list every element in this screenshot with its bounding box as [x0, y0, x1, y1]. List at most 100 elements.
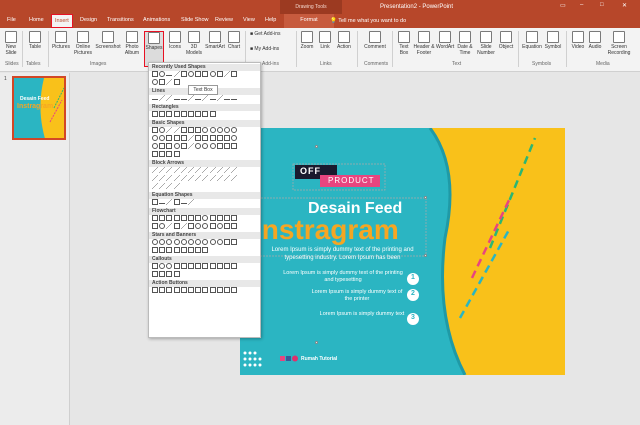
action-button-shape[interactable]: [180, 287, 187, 293]
callout-shape[interactable]: [159, 263, 166, 269]
moon-shape[interactable]: [202, 143, 209, 149]
line-shape[interactable]: [195, 97, 202, 100]
flowchart-shape[interactable]: [231, 223, 238, 229]
action-button-shape[interactable]: [166, 287, 173, 293]
rectangle-shape[interactable]: [202, 71, 209, 77]
frame-shape[interactable]: [166, 135, 173, 141]
action-button-shape[interactable]: [159, 287, 166, 293]
rectangle-shape[interactable]: [173, 79, 180, 85]
arrow-shape[interactable]: [209, 167, 216, 173]
banner-shape[interactable]: [152, 247, 158, 253]
action-button-shape[interactable]: [209, 287, 216, 293]
callout-shape[interactable]: [173, 263, 180, 269]
oval-shape[interactable]: [209, 71, 216, 77]
banner-shape[interactable]: [231, 239, 238, 245]
line-shape[interactable]: [173, 97, 180, 100]
close-icon[interactable]: ✕: [622, 2, 627, 9]
arrow-shape[interactable]: [180, 175, 187, 181]
line-shape[interactable]: [166, 73, 173, 76]
flowchart-shape[interactable]: [202, 223, 209, 229]
star-shape[interactable]: [159, 239, 166, 245]
text-box-button[interactable]: Text Box: [396, 31, 412, 56]
decagon-shape[interactable]: [231, 127, 238, 133]
arrow-shape[interactable]: [166, 79, 173, 85]
table-button[interactable]: Table: [27, 31, 43, 50]
flowchart-shape[interactable]: [152, 223, 158, 229]
tab-help[interactable]: Help: [262, 14, 279, 28]
flowchart-shape[interactable]: [180, 215, 187, 221]
arrow-shape[interactable]: [223, 71, 230, 77]
3d-models-button[interactable]: 3D Models: [184, 31, 204, 56]
slide-canvas[interactable]: OFF PRODUCT Desain Feed Instragram Lorem…: [240, 128, 565, 375]
line-shape[interactable]: [223, 97, 230, 100]
arrow-shape[interactable]: [209, 175, 216, 181]
flowchart-shape[interactable]: [180, 223, 187, 229]
pictures-button[interactable]: Pictures: [51, 31, 71, 50]
callout-shape[interactable]: [231, 263, 238, 269]
arrow-shape[interactable]: [202, 95, 209, 101]
wave-shape[interactable]: [195, 247, 202, 253]
tab-format[interactable]: Format: [284, 14, 334, 28]
line-shape[interactable]: [231, 97, 238, 100]
arrow-shape[interactable]: [187, 175, 194, 181]
slide-title-instragram[interactable]: Instragram: [254, 214, 399, 246]
pie-shape[interactable]: [152, 135, 158, 141]
smiley-face-shape[interactable]: [173, 143, 180, 149]
arrow-shape[interactable]: [152, 175, 158, 181]
callout-shape[interactable]: [187, 263, 194, 269]
rotate-handle[interactable]: [315, 341, 318, 344]
text-box-shape[interactable]: [195, 71, 202, 77]
division-shape[interactable]: [173, 199, 180, 205]
arrow-shape[interactable]: [159, 183, 166, 189]
arrow-shape[interactable]: [173, 183, 180, 189]
slide-thumbnail[interactable]: Desain Feed Instragram: [12, 76, 66, 140]
triangle-shape[interactable]: [166, 127, 173, 133]
diagonal-stripe-shape[interactable]: [187, 135, 194, 141]
arrow-shape[interactable]: [231, 175, 238, 181]
callout-shape[interactable]: [166, 263, 173, 269]
folded-corner-shape[interactable]: [166, 143, 173, 149]
rectangle-shape[interactable]: [231, 71, 238, 77]
heptagon-shape[interactable]: [216, 127, 223, 133]
rectangle-shape[interactable]: [202, 111, 209, 117]
arrow-shape[interactable]: [180, 167, 187, 173]
new-slide-button[interactable]: New Slide: [3, 31, 19, 56]
callout-shape[interactable]: [152, 271, 158, 277]
arrow-shape[interactable]: [166, 175, 173, 181]
pentagon-shape[interactable]: [202, 127, 209, 133]
link-button[interactable]: Link: [318, 31, 332, 50]
object-button[interactable]: Object: [497, 31, 515, 50]
rectangle-shape[interactable]: [152, 111, 158, 117]
slide-footer[interactable]: Rumah Tutorial: [301, 356, 337, 362]
resize-handle[interactable]: [424, 196, 427, 199]
flowchart-shape[interactable]: [187, 215, 194, 221]
plaque-shape[interactable]: [202, 135, 209, 141]
flowchart-shape[interactable]: [209, 215, 216, 221]
action-button-shape[interactable]: [173, 287, 180, 293]
cube-shape[interactable]: [216, 135, 223, 141]
tab-home[interactable]: Home: [26, 14, 47, 28]
star-shape[interactable]: [202, 239, 209, 245]
l-shape[interactable]: [180, 135, 187, 141]
banner-shape[interactable]: [159, 247, 166, 253]
tab-file[interactable]: File: [4, 14, 19, 28]
banner-shape[interactable]: [223, 239, 230, 245]
text-box-shape[interactable]: [152, 127, 158, 133]
action-button-shape[interactable]: [216, 287, 223, 293]
screenshot-button[interactable]: Screenshot: [95, 31, 121, 50]
rectangle-shape[interactable]: [209, 111, 216, 117]
wordart-button[interactable]: WordArt: [436, 31, 454, 50]
rectangle-shape[interactable]: [173, 111, 180, 117]
flowchart-shape[interactable]: [223, 223, 230, 229]
left-brace-shape[interactable]: [166, 151, 173, 157]
rectangle-shape[interactable]: [159, 111, 166, 117]
star-shape[interactable]: [180, 239, 187, 245]
right-brace-shape[interactable]: [173, 151, 180, 157]
flowchart-shape[interactable]: [209, 223, 216, 229]
callout-shape[interactable]: [195, 263, 202, 269]
online-pictures-button[interactable]: Online Pictures: [72, 31, 94, 56]
zoom-button[interactable]: Zoom: [299, 31, 315, 50]
arrow-shape[interactable]: [166, 167, 173, 173]
star-shape[interactable]: [166, 239, 173, 245]
action-button-shape[interactable]: [195, 287, 202, 293]
